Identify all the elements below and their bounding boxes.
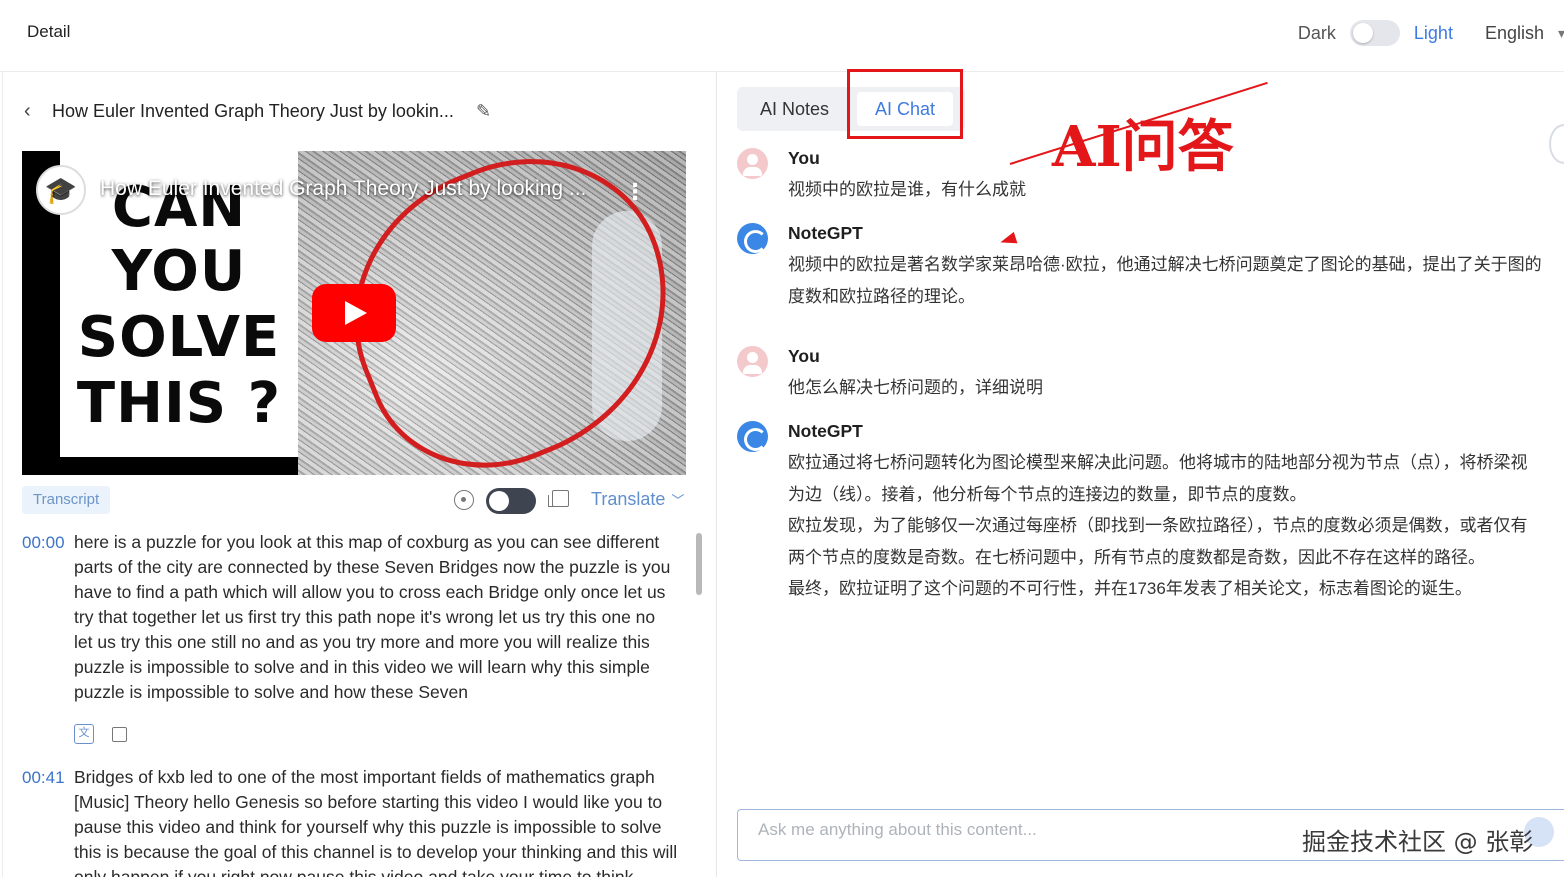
video-header: ‹ How Euler Invented Graph Theory Just b…	[24, 98, 491, 124]
message-text: 视频中的欧拉是谁，有什么成就	[788, 180, 1026, 199]
thumbnail-text-line: THIS ?	[76, 371, 282, 436]
tab-ai-notes[interactable]: AI Notes	[760, 87, 829, 131]
panel-divider	[716, 72, 717, 877]
youtube-play-icon[interactable]	[312, 284, 396, 342]
user-avatar	[737, 346, 768, 377]
theme-switcher: Dark Light English ▾	[1298, 18, 1564, 48]
copy-icon[interactable]	[112, 726, 127, 742]
notegpt-avatar	[737, 421, 768, 452]
video-title: How Euler Invented Graph Theory Just by …	[52, 100, 454, 121]
left-border	[2, 72, 3, 877]
transcript-text: Bridges of kxb led to one of the most im…	[74, 767, 678, 877]
back-arrow-icon[interactable]: ‹	[24, 100, 52, 123]
translate-toggle[interactable]	[486, 488, 536, 514]
page-title: Detail	[27, 22, 71, 41]
transcript-segment: 00:41 Bridges of kxb led to one of the m…	[22, 765, 692, 877]
theme-light-label[interactable]: Light	[1414, 23, 1453, 44]
chevron-down-icon: ﹀	[671, 493, 685, 508]
edit-icon[interactable]: ✎	[476, 101, 491, 122]
segment-actions: 文	[74, 715, 692, 753]
toggle-knob	[489, 491, 509, 511]
toggle-knob	[1352, 23, 1373, 43]
transcript-scrollbar[interactable]	[696, 533, 702, 595]
timestamp-link[interactable]: 00:41	[22, 765, 74, 877]
theme-toggle[interactable]	[1349, 20, 1400, 46]
user-avatar	[737, 148, 768, 179]
thumbnail-text-line: YOU	[111, 239, 247, 304]
copy-icon[interactable]	[548, 490, 569, 507]
watermark: 掘金技术社区 @ 张彰	[1302, 828, 1534, 856]
thumbnail-text-line: SOLVE	[77, 305, 281, 370]
transcript-segment: 00:00 here is a puzzle for you look at t…	[22, 530, 692, 705]
sender-name: NoteGPT	[788, 223, 863, 243]
translate-icon[interactable]: 文	[74, 724, 94, 744]
notegpt-avatar	[737, 223, 768, 254]
side-handle[interactable]	[1549, 124, 1564, 164]
transcript-tab[interactable]: Transcript	[22, 486, 111, 514]
translate-label: Translate	[591, 489, 666, 509]
transcript-list: 00:00 here is a puzzle for you look at t…	[22, 530, 692, 877]
channel-avatar-icon[interactable]: 🎓	[36, 165, 86, 215]
message-text: 欧拉通过将七桥问题转化为图论模型来解决此问题。他将城市的陆地部分视为节点（点），…	[788, 453, 1528, 598]
locate-icon[interactable]	[454, 490, 474, 510]
transcript-text: here is a puzzle for you look at this ma…	[74, 532, 671, 702]
sender-name: You	[788, 346, 820, 366]
more-options-icon[interactable]: ⋮	[624, 179, 646, 205]
translate-dropdown[interactable]: Translate ﹀	[591, 489, 684, 510]
transcript-toolbar: Transcript Translate ﹀	[22, 486, 690, 516]
top-bar: Detail Dark Light English ▾	[0, 0, 1564, 72]
annotation-arrow-head	[998, 231, 1018, 249]
video-player[interactable]: CAN YOU SOLVE THIS ? 🎓 How Euler Invente…	[22, 151, 686, 475]
player-title[interactable]: How Euler Invented Graph Theory Just by …	[100, 177, 620, 201]
sender-name: You	[788, 148, 820, 168]
chevron-down-icon[interactable]: ▾	[1558, 25, 1564, 42]
message-text: 他怎么解决七桥问题的，详细说明	[788, 378, 1043, 397]
theme-dark-label[interactable]: Dark	[1298, 23, 1336, 44]
language-selector[interactable]: English	[1485, 23, 1544, 44]
sender-name: NoteGPT	[788, 421, 863, 441]
red-highlight-box	[847, 69, 963, 139]
message-text: 视频中的欧拉是著名数学家莱昂哈德·欧拉，他通过解决七桥问题奠定了图论的基础，提出…	[788, 255, 1542, 306]
timestamp-link[interactable]: 00:00	[22, 530, 74, 705]
